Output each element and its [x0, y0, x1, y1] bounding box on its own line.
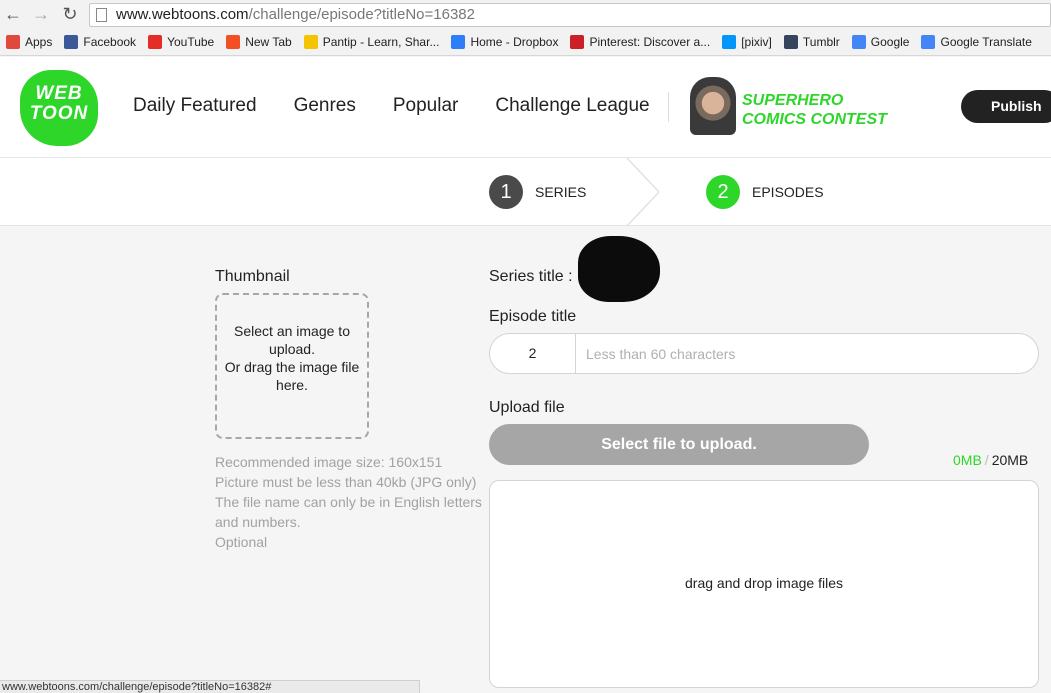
- youtube-icon: [148, 35, 163, 49]
- pantip-icon: [303, 35, 318, 49]
- logo-line-2: TOON: [29, 103, 89, 124]
- bookmark-item[interactable]: Home - Dropbox: [451, 35, 558, 49]
- pixiv-icon: [722, 35, 737, 49]
- browser-toolbar: ← → ↻ www.webtoons.com/challenge/episode…: [0, 0, 1051, 29]
- bookmark-item[interactable]: Facebook: [64, 35, 136, 49]
- thumb-help-optional: Optional: [215, 534, 268, 550]
- step-1-circle[interactable]: 1: [489, 175, 523, 209]
- facebook-icon: [64, 35, 79, 49]
- bookmark-item[interactable]: Pantip - Learn, Shar...: [303, 35, 440, 49]
- chevron-right-icon: [626, 158, 661, 226]
- windows-icon: [226, 35, 241, 49]
- nav-challenge-league[interactable]: Challenge League: [495, 95, 649, 117]
- address-bar[interactable]: www.webtoons.com/challenge/episode?title…: [89, 3, 1051, 27]
- browser-status-bar: www.webtoons.com/challenge/episode?title…: [0, 680, 420, 693]
- contest-line-2: COMICS CONTEST: [742, 111, 887, 128]
- site-header: WEB TOON Daily Featured Genres Popular C…: [0, 57, 1051, 158]
- select-file-button[interactable]: Select file to upload.: [489, 424, 869, 465]
- bookmark-item[interactable]: Apps: [6, 35, 52, 49]
- bookmark-item[interactable]: Tumblr: [783, 35, 840, 49]
- webtoon-logo[interactable]: WEB TOON: [20, 70, 98, 146]
- bookmark-label: New Tab: [245, 35, 292, 49]
- bookmark-item[interactable]: Pinterest: Discover a...: [570, 35, 710, 49]
- size-max: 20MB: [991, 452, 1029, 468]
- episode-title-label: Episode title: [489, 308, 577, 325]
- steps-bar: 1 SERIES 2 EPISODES: [0, 158, 1051, 226]
- step-1-label[interactable]: SERIES: [535, 184, 586, 200]
- size-used: 0MB: [953, 452, 982, 468]
- url-host: www.webtoons.com: [116, 6, 249, 23]
- episode-number: 2: [490, 334, 576, 373]
- image-drop-zone[interactable]: drag and drop image files: [489, 480, 1039, 688]
- contest-banner[interactable]: SUPERHERO COMICS CONTEST: [742, 91, 887, 129]
- dropbox-icon: [451, 35, 466, 49]
- episode-title-input[interactable]: [586, 334, 1026, 373]
- upload-size-indicator: 0MB/20MB: [953, 452, 1028, 468]
- bookmarks-bar: Apps Facebook YouTube New Tab Pantip - Learn…: [0, 29, 1051, 56]
- nav-genres[interactable]: Genres: [294, 95, 356, 117]
- reload-icon[interactable]: ↻: [60, 4, 80, 24]
- bookmark-label: Apps: [25, 35, 53, 49]
- step-2-circle[interactable]: 2: [706, 175, 740, 209]
- contest-avatar[interactable]: [690, 77, 736, 135]
- series-title-label: Series title :: [489, 268, 573, 285]
- bookmark-label: Pantip - Learn, Shar...: [322, 35, 440, 49]
- bookmark-label: YouTube: [167, 35, 215, 49]
- bookmark-label: Home - Dropbox: [470, 35, 559, 49]
- thumbnail-prompt-1: Select an image to upload.: [234, 323, 350, 357]
- contest-line-1: SUPERHERO: [742, 92, 844, 109]
- thumb-help-weight: Picture must be less than 40kb (JPG only…: [215, 474, 477, 490]
- bookmark-item[interactable]: [pixiv]: [722, 35, 772, 49]
- thumbnail-label: Thumbnail: [215, 268, 290, 285]
- episode-title-field: 2: [489, 333, 1039, 374]
- url-path: /challenge/episode?titleNo=16382: [248, 6, 475, 23]
- thumbnail-upload-box[interactable]: Select an image to upload. Or drag the i…: [215, 293, 369, 439]
- bookmark-item[interactable]: Google Translate: [921, 35, 1032, 49]
- logo-line-1: WEB: [35, 83, 83, 104]
- publish-button[interactable]: Publish: [961, 90, 1051, 123]
- bookmark-label: Google Translate: [940, 35, 1032, 49]
- bookmark-label: Facebook: [83, 35, 137, 49]
- tumblr-icon: [783, 35, 798, 49]
- nav-popular[interactable]: Popular: [393, 95, 459, 117]
- thumbnail-prompt-2: Or drag the image file here.: [224, 359, 360, 393]
- pinterest-icon: [570, 35, 585, 49]
- page-icon: [96, 8, 107, 22]
- step-2-label[interactable]: EPISODES: [752, 184, 824, 200]
- bookmark-item[interactable]: YouTube: [148, 35, 214, 49]
- bookmark-item[interactable]: Google: [851, 35, 910, 49]
- main-nav: Daily Featured Genres Popular Challenge …: [133, 95, 687, 117]
- google-translate-icon: [921, 35, 936, 49]
- upload-file-label: Upload file: [489, 399, 565, 416]
- forward-arrow-icon[interactable]: →: [31, 4, 51, 24]
- back-arrow-icon[interactable]: ←: [3, 4, 23, 24]
- nav-daily-featured[interactable]: Daily Featured: [133, 95, 257, 117]
- thumb-help-filename: The file name can only be in English let…: [215, 494, 482, 530]
- redacted-series-title: [578, 236, 660, 302]
- header-divider: [668, 92, 669, 122]
- thumbnail-help: Recommended image size: 160x151 Picture …: [215, 452, 490, 552]
- bookmark-label: Google: [870, 35, 910, 49]
- size-separator: /: [984, 452, 989, 468]
- bookmark-item[interactable]: New Tab: [226, 35, 292, 49]
- bookmark-label: Pinterest: Discover a...: [589, 35, 711, 49]
- bookmark-label: Tumblr: [802, 35, 840, 49]
- apps-grid-icon: [6, 35, 20, 49]
- thumb-help-size: Recommended image size: 160x151: [215, 454, 443, 470]
- bookmark-label: [pixiv]: [741, 35, 772, 49]
- google-icon: [851, 35, 866, 49]
